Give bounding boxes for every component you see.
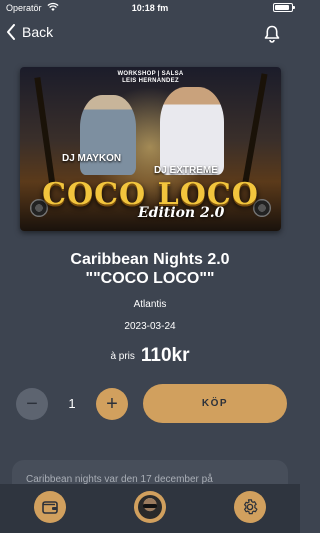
event-venue: Atlantis [133,299,167,310]
poster-dj-right: DJ EXTREME [154,165,218,176]
poster-top-text: WORKSHOP | SALSA LEIS HERNANDEZ [20,71,281,85]
poster-top-line2: LEIS HERNANDEZ [122,78,179,84]
poster-person-right [160,87,224,175]
quantity-stepper: − 1 + [16,388,128,420]
wallet-icon[interactable] [34,491,66,523]
event-date: 2023-03-24 [124,321,176,332]
chevron-left-icon [7,24,15,40]
back-label: Back [22,24,54,40]
decrease-quantity-button[interactable]: − [16,388,48,420]
increase-quantity-button[interactable]: + [96,388,128,420]
poster-edition: Edition 2.0 [138,205,225,221]
price-value: 110kr [140,345,190,366]
quantity-value: 1 [68,396,76,411]
nav-bar: Back [0,18,300,50]
event-title-line2: ""COCO LOCO"" [85,270,215,287]
avatar [138,495,162,519]
buy-button[interactable]: KÖP [143,384,287,423]
event-title: Caribbean Nights 2.0 ""COCO LOCO"" [0,250,300,288]
event-title-line1: Caribbean Nights 2.0 [70,251,230,268]
profile-tab[interactable] [134,491,166,523]
status-bar: Operatör 10:18 fm [0,0,300,16]
bell-icon[interactable] [264,25,280,48]
poster-palm [242,73,268,183]
gear-icon[interactable] [234,491,266,523]
clock: 10:18 fm [131,3,169,13]
poster-palm [34,77,56,187]
back-button[interactable]: Back [6,24,53,40]
poster-dj-left: DJ MAYKON [62,153,122,164]
tab-bar [0,484,300,533]
event-price: à pris 110kr [0,345,300,367]
price-label: à pris [110,350,135,362]
event-poster-image: WORKSHOP | SALSA LEIS HERNANDEZ DJ MAYKO… [20,67,281,231]
poster-top-line1: WORKSHOP | SALSA [117,71,184,77]
battery-icon [273,3,295,12]
